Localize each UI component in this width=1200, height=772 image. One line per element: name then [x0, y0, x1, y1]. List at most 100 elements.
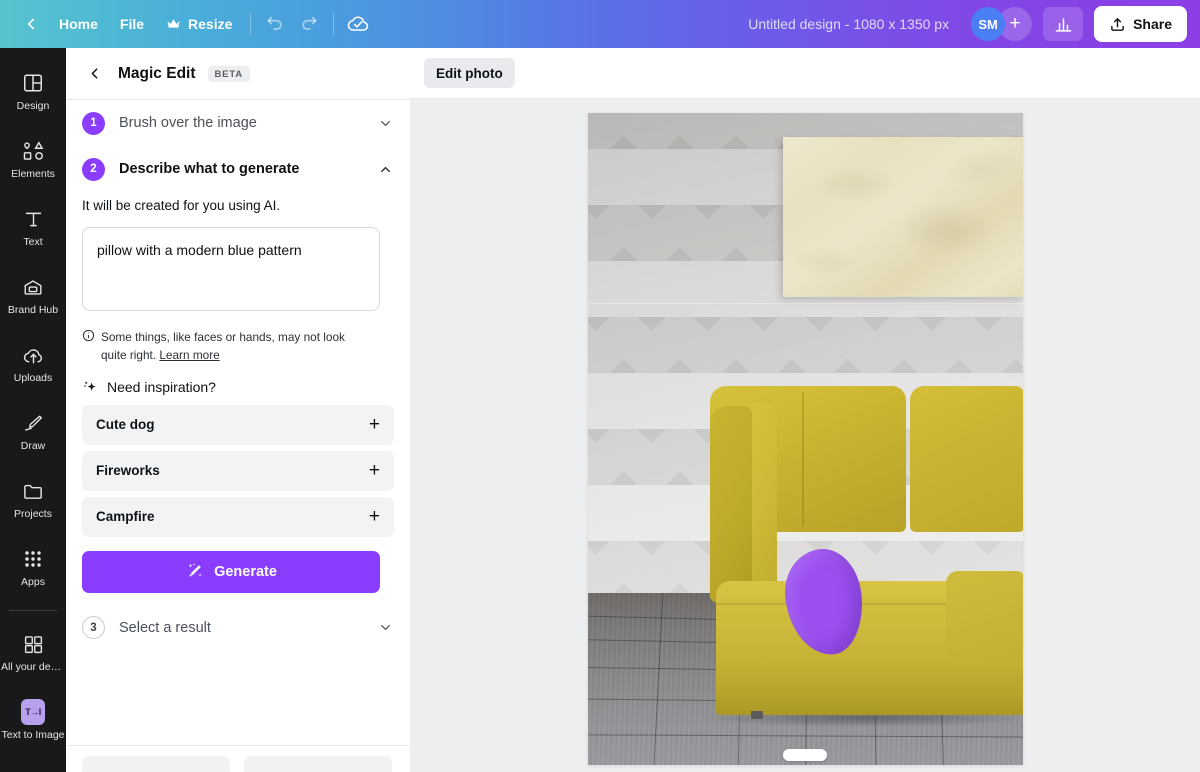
wall-seam	[587, 303, 1023, 304]
footer-button-placeholder-1[interactable]	[82, 756, 230, 772]
sofa-base	[715, 663, 1023, 715]
insights-button[interactable]	[1043, 7, 1084, 41]
resize-button[interactable]: Resize	[155, 8, 243, 40]
inspiration-label: Cute dog	[96, 417, 155, 433]
step-label: Select a result	[119, 619, 211, 636]
ai-warning: Some things, like faces or hands, may no…	[82, 328, 372, 365]
chevron-down-icon[interactable]	[376, 619, 394, 637]
step-number: 2	[82, 157, 105, 181]
need-inspiration-header: Need inspiration?	[82, 379, 394, 395]
document-title[interactable]: Untitled design - 1080 x 1350 px	[738, 8, 959, 40]
home-label: Home	[59, 16, 98, 32]
sidebar-item-brand-hub[interactable]: Brand Hub	[0, 264, 66, 326]
edit-photo-button[interactable]: Edit photo	[424, 58, 515, 88]
sidebar-item-label: Design	[16, 100, 50, 113]
sidebar-item-label: Text to Image	[1, 729, 65, 742]
top-bar-left-group: Home File Resize	[0, 8, 375, 40]
collaborators-group: SM +	[971, 7, 1033, 41]
panel-body: 1 Brush over the image 2 Describe what t…	[66, 100, 410, 720]
panel-back-button[interactable]	[82, 62, 106, 86]
step-number: 3	[82, 616, 105, 640]
resize-label: Resize	[188, 16, 233, 32]
left-rail: Design Elements Text Brand Hub Uploads D…	[0, 48, 66, 772]
panel-header: Magic Edit BETA	[66, 48, 410, 100]
design-page[interactable]	[587, 113, 1023, 765]
sidebar-item-draw[interactable]: Draw	[0, 400, 66, 462]
editor-stage: Edit photo	[410, 48, 1200, 772]
chevron-down-icon[interactable]	[376, 114, 394, 132]
footer-button-placeholder-2[interactable]	[244, 756, 392, 772]
sidebar-item-uploads[interactable]: Uploads	[0, 332, 66, 394]
sidebar-item-label: Brand Hub	[7, 304, 59, 317]
sidebar-item-label: All your desi...	[1, 661, 65, 674]
elements-icon	[21, 139, 45, 163]
inspiration-item-fireworks[interactable]: Fireworks +	[82, 450, 394, 491]
canvas-area[interactable]	[410, 99, 1200, 772]
sidebar-item-text-to-image[interactable]: T→I Text to Image	[0, 689, 66, 751]
plus-icon[interactable]: +	[369, 415, 380, 434]
chevron-up-icon[interactable]	[376, 160, 394, 178]
add-collaborator-label: +	[1009, 13, 1021, 34]
redo-icon	[302, 16, 317, 30]
page-resize-handle[interactable]	[783, 749, 827, 761]
sidebar-item-elements[interactable]: Elements	[0, 128, 66, 190]
sidebar-item-label: Draw	[20, 440, 46, 453]
undo-button[interactable]	[258, 8, 292, 40]
share-button[interactable]: Share	[1094, 6, 1187, 42]
rail-divider	[9, 610, 57, 611]
chevron-left-icon	[27, 18, 35, 30]
file-menu-button[interactable]: File	[109, 8, 155, 40]
toolbar-divider-1	[250, 13, 252, 35]
sparkle-icon	[82, 379, 98, 395]
share-upload-icon	[1111, 17, 1124, 31]
prompt-input[interactable]	[82, 227, 380, 311]
step-number: 1	[82, 111, 105, 135]
step-describe-what-to-generate[interactable]: 2 Describe what to generate	[82, 146, 394, 192]
learn-more-link[interactable]: Learn more	[159, 348, 219, 362]
need-inspiration-label: Need inspiration?	[107, 378, 216, 395]
beta-badge: BETA	[207, 65, 250, 82]
redo-button[interactable]	[292, 8, 326, 40]
text-icon	[21, 207, 45, 231]
avatar[interactable]: SM	[971, 7, 1006, 41]
brand-hub-icon	[21, 275, 45, 299]
avatar-initials: SM	[978, 16, 998, 32]
plus-icon[interactable]: +	[369, 461, 380, 480]
sidebar-item-all-your-designs[interactable]: All your desi...	[0, 621, 66, 683]
cloud-saved-button[interactable]	[341, 8, 375, 40]
uploads-icon	[21, 343, 45, 367]
file-label: File	[119, 16, 145, 32]
sofa-seam	[801, 392, 804, 526]
sofa-arm-left	[709, 406, 752, 602]
apps-icon	[21, 547, 45, 571]
chevron-left-icon	[91, 68, 97, 79]
ai-warning-text: Some things, like faces or hands, may no…	[101, 328, 372, 365]
step-brush-over-image[interactable]: 1 Brush over the image	[82, 100, 394, 146]
sidebar-item-design[interactable]: Design	[0, 60, 66, 122]
step-select-a-result[interactable]: 3 Select a result	[82, 605, 394, 651]
sidebar-item-apps[interactable]: Apps	[0, 536, 66, 598]
cloud-saved-icon	[348, 16, 369, 31]
generate-button[interactable]: Generate	[82, 550, 380, 593]
back-button[interactable]	[14, 8, 48, 40]
share-label: Share	[1133, 16, 1172, 32]
sidebar-item-label: Elements	[11, 168, 55, 181]
warning-message: Some things, like faces or hands, may no…	[101, 330, 345, 363]
sidebar-item-label: Uploads	[13, 372, 53, 385]
sofa-back-cushion-right	[909, 386, 1023, 532]
crown-icon	[167, 19, 180, 28]
inspiration-item-cute-dog[interactable]: Cute dog +	[82, 404, 394, 445]
info-icon	[82, 329, 95, 342]
wall-artwork[interactable]	[782, 137, 1023, 297]
insights-icon	[1055, 17, 1071, 32]
inspiration-item-campfire[interactable]: Campfire +	[82, 496, 394, 537]
home-button[interactable]: Home	[48, 8, 109, 40]
sidebar-item-text[interactable]: Text	[0, 196, 66, 258]
step-label: Describe what to generate	[119, 161, 300, 177]
top-bar: Home File Resize Untitled design - 1080 …	[0, 0, 1200, 48]
undo-icon	[267, 16, 283, 30]
plus-icon[interactable]: +	[369, 507, 380, 526]
sidebar-item-projects[interactable]: Projects	[0, 468, 66, 530]
describe-subtitle: It will be created for you using AI.	[82, 198, 281, 213]
panel-footer	[66, 745, 410, 772]
